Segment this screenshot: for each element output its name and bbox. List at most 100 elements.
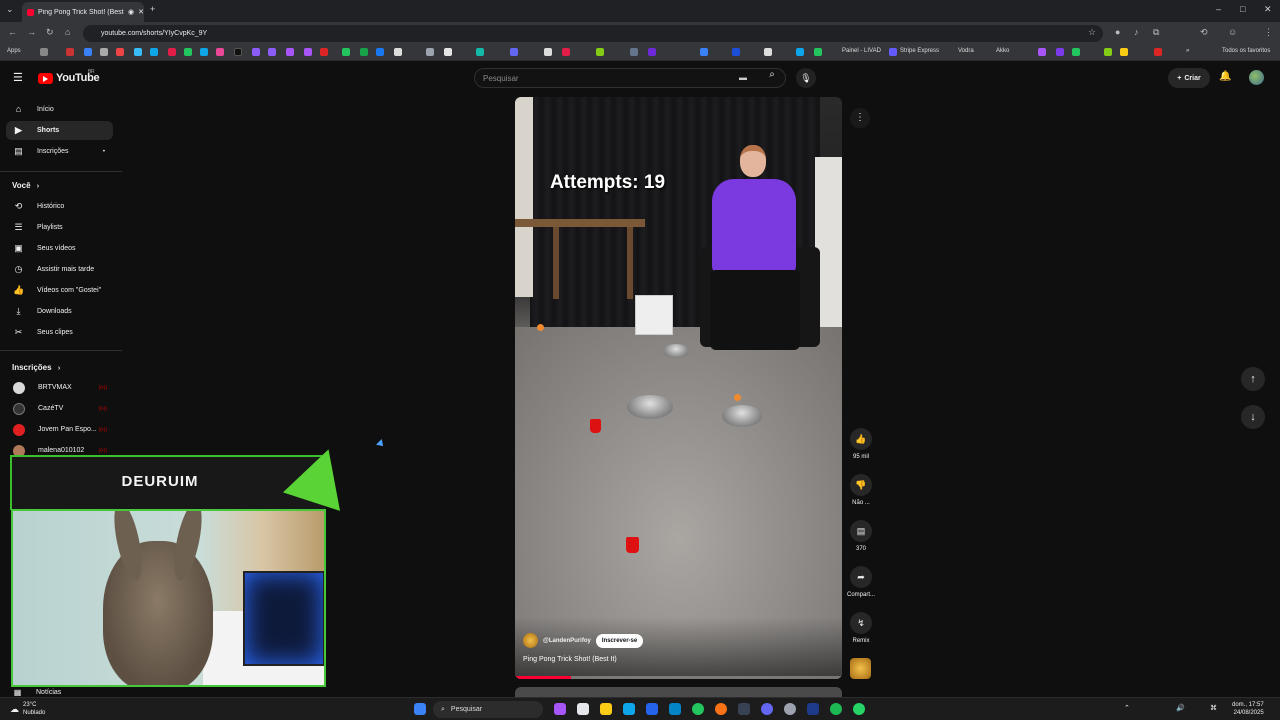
reload-icon[interactable]: ↻ <box>46 27 54 38</box>
bookmark-icon[interactable] <box>1104 48 1112 56</box>
bookmark-icon[interactable] <box>394 48 402 56</box>
profile-icon[interactable]: ☺ <box>1228 27 1237 37</box>
firefox-icon[interactable] <box>715 703 727 715</box>
bookmark-vodra[interactable]: Vodra <box>958 48 974 54</box>
tray-chevron-icon[interactable]: ⌃ <box>1124 704 1130 712</box>
keyboard-icon[interactable]: ▬ <box>739 73 747 82</box>
spotify-icon[interactable] <box>830 703 842 715</box>
bookmark-icon[interactable] <box>320 48 328 56</box>
apps-bookmark[interactable]: Apps <box>7 48 21 54</box>
weather-widget[interactable]: ☁ 23°C Nublado <box>10 701 45 717</box>
subscribe-button[interactable]: Inscrever-se <box>595 633 644 648</box>
minimize-icon[interactable]: – <box>1216 4 1221 14</box>
bookmark-icon[interactable] <box>1038 48 1046 56</box>
edge-icon[interactable] <box>669 703 681 715</box>
next-short-arrow-icon[interactable]: ↓ <box>1241 405 1265 429</box>
inscricoes-heading[interactable]: Inscrições › <box>12 363 60 372</box>
bookmark-icon[interactable] <box>444 48 452 56</box>
all-bookmarks[interactable]: Todos os favoritos <box>1222 48 1270 54</box>
whatsapp-icon[interactable] <box>853 703 865 715</box>
store-icon[interactable] <box>646 703 658 715</box>
history-browser-icon[interactable]: ⟲ <box>1200 27 1208 38</box>
copilot-icon[interactable] <box>554 703 566 715</box>
bookmark-icon[interactable] <box>376 48 384 56</box>
dislike-button[interactable]: 👎 Não ... <box>845 474 877 506</box>
bookmark-icon[interactable] <box>648 48 656 56</box>
close-window-icon[interactable]: ✕ <box>1264 4 1272 15</box>
menu-hamburger-icon[interactable]: ☰ <box>13 71 23 84</box>
bookmark-star-icon[interactable]: ☆ <box>1088 27 1096 38</box>
sidebar-item-inscricoes[interactable]: ▤ Inscrições • <box>6 142 113 161</box>
bookmark-icon[interactable] <box>184 48 192 56</box>
home-browser-icon[interactable]: ⌂ <box>65 27 70 37</box>
discord-icon[interactable] <box>761 703 773 715</box>
extensions-puzzle-icon[interactable]: ⧉ <box>1153 27 1159 38</box>
bookmark-stripe[interactable]: Stripe Express <box>900 48 939 54</box>
address-bar[interactable]: youtube.com/shorts/YIyCvpKc_9Y <box>83 25 1103 42</box>
bookmark-icon[interactable] <box>630 48 638 56</box>
bookmark-icon[interactable] <box>150 48 158 56</box>
bookmark-icon[interactable] <box>200 48 208 56</box>
previous-short-arrow-icon[interactable]: ↑ <box>1241 367 1265 391</box>
account-avatar[interactable] <box>1249 70 1264 85</box>
sidebar-channel-brtvmax[interactable]: BRTVMAX ((•)) <box>6 378 113 397</box>
system-clock[interactable]: dom., 17:57 24/08/2025 <box>1232 701 1264 717</box>
obs-icon[interactable] <box>784 703 796 715</box>
bookmark-icon[interactable] <box>134 48 142 56</box>
bookmark-grid-icon[interactable] <box>40 48 48 56</box>
more-options-icon[interactable]: ⋮ <box>850 108 870 128</box>
bookmark-icon[interactable] <box>476 48 484 56</box>
bookmark-icon[interactable] <box>544 48 552 56</box>
bookmark-painel[interactable]: Painel - LIVAD <box>842 48 881 54</box>
short-channel-avatar[interactable] <box>523 633 538 648</box>
bookmark-icon[interactable] <box>562 48 570 56</box>
bookmark-icon[interactable] <box>732 48 740 56</box>
bookmark-icon[interactable] <box>252 48 260 56</box>
bookmark-icon[interactable] <box>268 48 276 56</box>
sidebar-item-seus-clipes[interactable]: ✂ Seus clipes <box>6 323 113 342</box>
taskbar-search[interactable]: ⌕ Pesquisar <box>433 701 543 718</box>
chrome-icon[interactable] <box>692 703 704 715</box>
youtube-logo[interactable]: YouTube BR <box>38 69 100 84</box>
bookmark-icon[interactable] <box>426 48 434 56</box>
bookmark-icon[interactable] <box>84 48 92 56</box>
sidebar-channel-jovem-pan[interactable]: Jovem Pan Espo... ((•)) <box>6 420 113 439</box>
forward-icon[interactable]: → <box>27 27 36 37</box>
bookmark-icon[interactable] <box>596 48 604 56</box>
sidebar-item-assistir-mais-tarde[interactable]: ◷ Assistir mais tarde <box>6 260 113 279</box>
bookmark-icon[interactable] <box>234 48 242 56</box>
bookmark-icon[interactable] <box>764 48 772 56</box>
sidebar-item-shorts[interactable]: ▶ Shorts <box>6 121 113 140</box>
media-icon[interactable]: ♪ <box>1134 27 1139 37</box>
bookmark-icon[interactable] <box>1120 48 1128 56</box>
sidebar-channel-cazetv[interactable]: CazéTV ((•)) <box>6 399 113 418</box>
next-short-preview[interactable] <box>515 687 842 697</box>
volume-icon[interactable]: 🔊 <box>1176 704 1185 712</box>
remix-button[interactable]: ↯ Remix <box>845 612 877 644</box>
bookmark-icon[interactable] <box>342 48 350 56</box>
terminal-icon[interactable] <box>738 703 750 715</box>
bookmark-akko[interactable]: Akko <box>996 48 1009 54</box>
short-title[interactable]: Ping Pong Trick Shot! (Best It) <box>523 656 617 663</box>
notifications-bell-icon[interactable]: 🔔 <box>1219 71 1231 82</box>
sound-source-avatar[interactable] <box>850 658 871 679</box>
sidebar-item-inicio[interactable]: ⌂ Início <box>6 100 113 119</box>
video-progress-bar[interactable] <box>515 676 842 679</box>
tab-audio-icon[interactable]: ◉ <box>128 8 134 16</box>
sidebar-item-playlists[interactable]: ☰ Playlists <box>6 218 113 237</box>
tab-search-icon[interactable]: ⌄ <box>6 4 14 15</box>
steam-icon[interactable] <box>807 703 819 715</box>
bookmark-icon[interactable] <box>286 48 294 56</box>
bookmarks-overflow-icon[interactable]: » <box>1186 48 1189 54</box>
windows-start-icon[interactable] <box>414 703 426 715</box>
comments-button[interactable]: ▤ 370 <box>845 520 877 552</box>
bookmark-icon[interactable] <box>216 48 224 56</box>
browser-tab-active[interactable]: Ping Pong Trick Shot! (Best ◉ ✕ <box>22 2 144 22</box>
outlook-icon[interactable] <box>623 703 635 715</box>
task-view-icon[interactable] <box>577 703 589 715</box>
bookmark-icon[interactable] <box>814 48 822 56</box>
bookmark-icon[interactable] <box>168 48 176 56</box>
create-button[interactable]: + Criar <box>1168 68 1210 88</box>
browser-menu-icon[interactable]: ⋮ <box>1264 27 1273 38</box>
bookmark-icon[interactable] <box>1154 48 1162 56</box>
